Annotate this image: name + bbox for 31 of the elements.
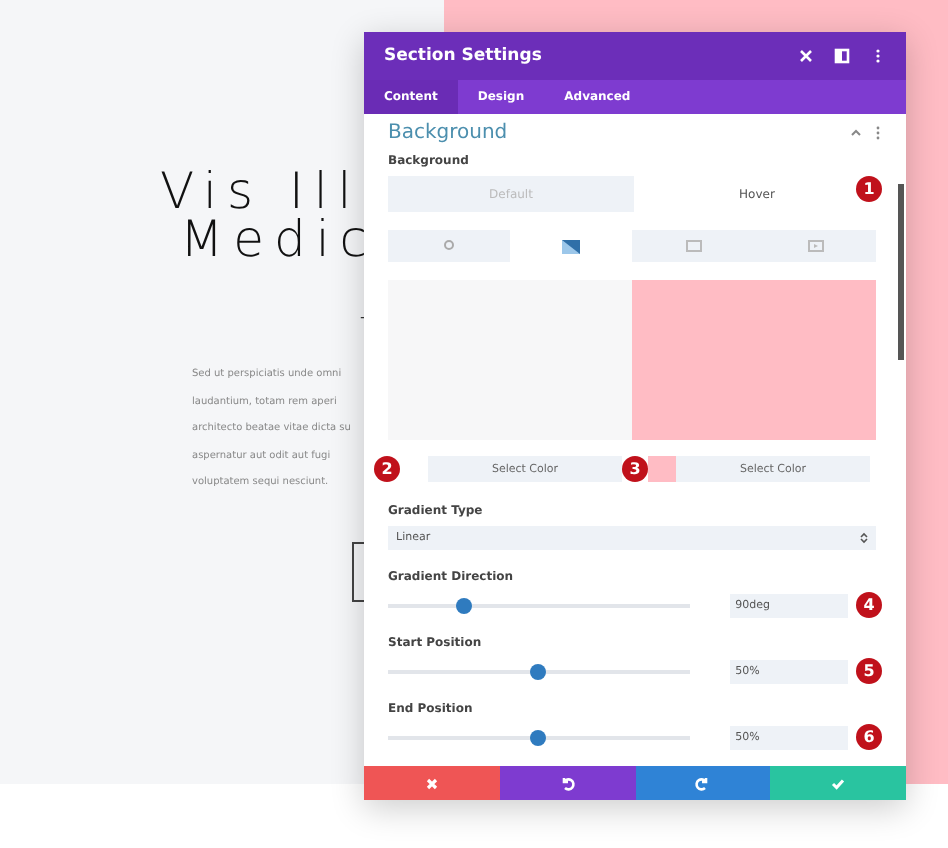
- close-icon[interactable]: [798, 48, 814, 64]
- color-swatch[interactable]: [648, 456, 676, 482]
- collapse-icon[interactable]: [850, 128, 862, 136]
- step-badge: 5: [856, 658, 882, 684]
- step-badge: 3: [622, 456, 648, 482]
- check-icon: [830, 775, 847, 791]
- undo-icon: [559, 775, 576, 791]
- paint-icon: [443, 240, 455, 252]
- step-badge: 6: [856, 724, 882, 750]
- slider-thumb[interactable]: [530, 663, 547, 679]
- redo-icon: [694, 775, 711, 791]
- layout-icon[interactable]: [834, 48, 850, 64]
- step-badge: 2: [374, 456, 400, 482]
- slider-thumb[interactable]: [530, 729, 547, 745]
- step-badge: 1: [856, 175, 882, 201]
- video-icon: [807, 240, 823, 252]
- step-badge: 4: [856, 592, 882, 618]
- image-icon: [685, 240, 701, 252]
- dash-text: -: [360, 308, 366, 326]
- scrollbar[interactable]: [898, 184, 904, 360]
- slider-thumb[interactable]: [455, 597, 472, 613]
- gradient-icon: [562, 239, 580, 253]
- section-title: Background: [388, 121, 510, 143]
- undo-button[interactable]: [499, 766, 635, 800]
- close-icon: [423, 775, 440, 791]
- hero-heading: Medic: [178, 216, 378, 264]
- redo-button[interactable]: [635, 766, 771, 800]
- more-icon[interactable]: [874, 125, 882, 139]
- hero-heading: Vis Ill: [160, 168, 362, 216]
- sort-icon: [860, 532, 868, 544]
- modal-title: Section Settings: [384, 46, 544, 66]
